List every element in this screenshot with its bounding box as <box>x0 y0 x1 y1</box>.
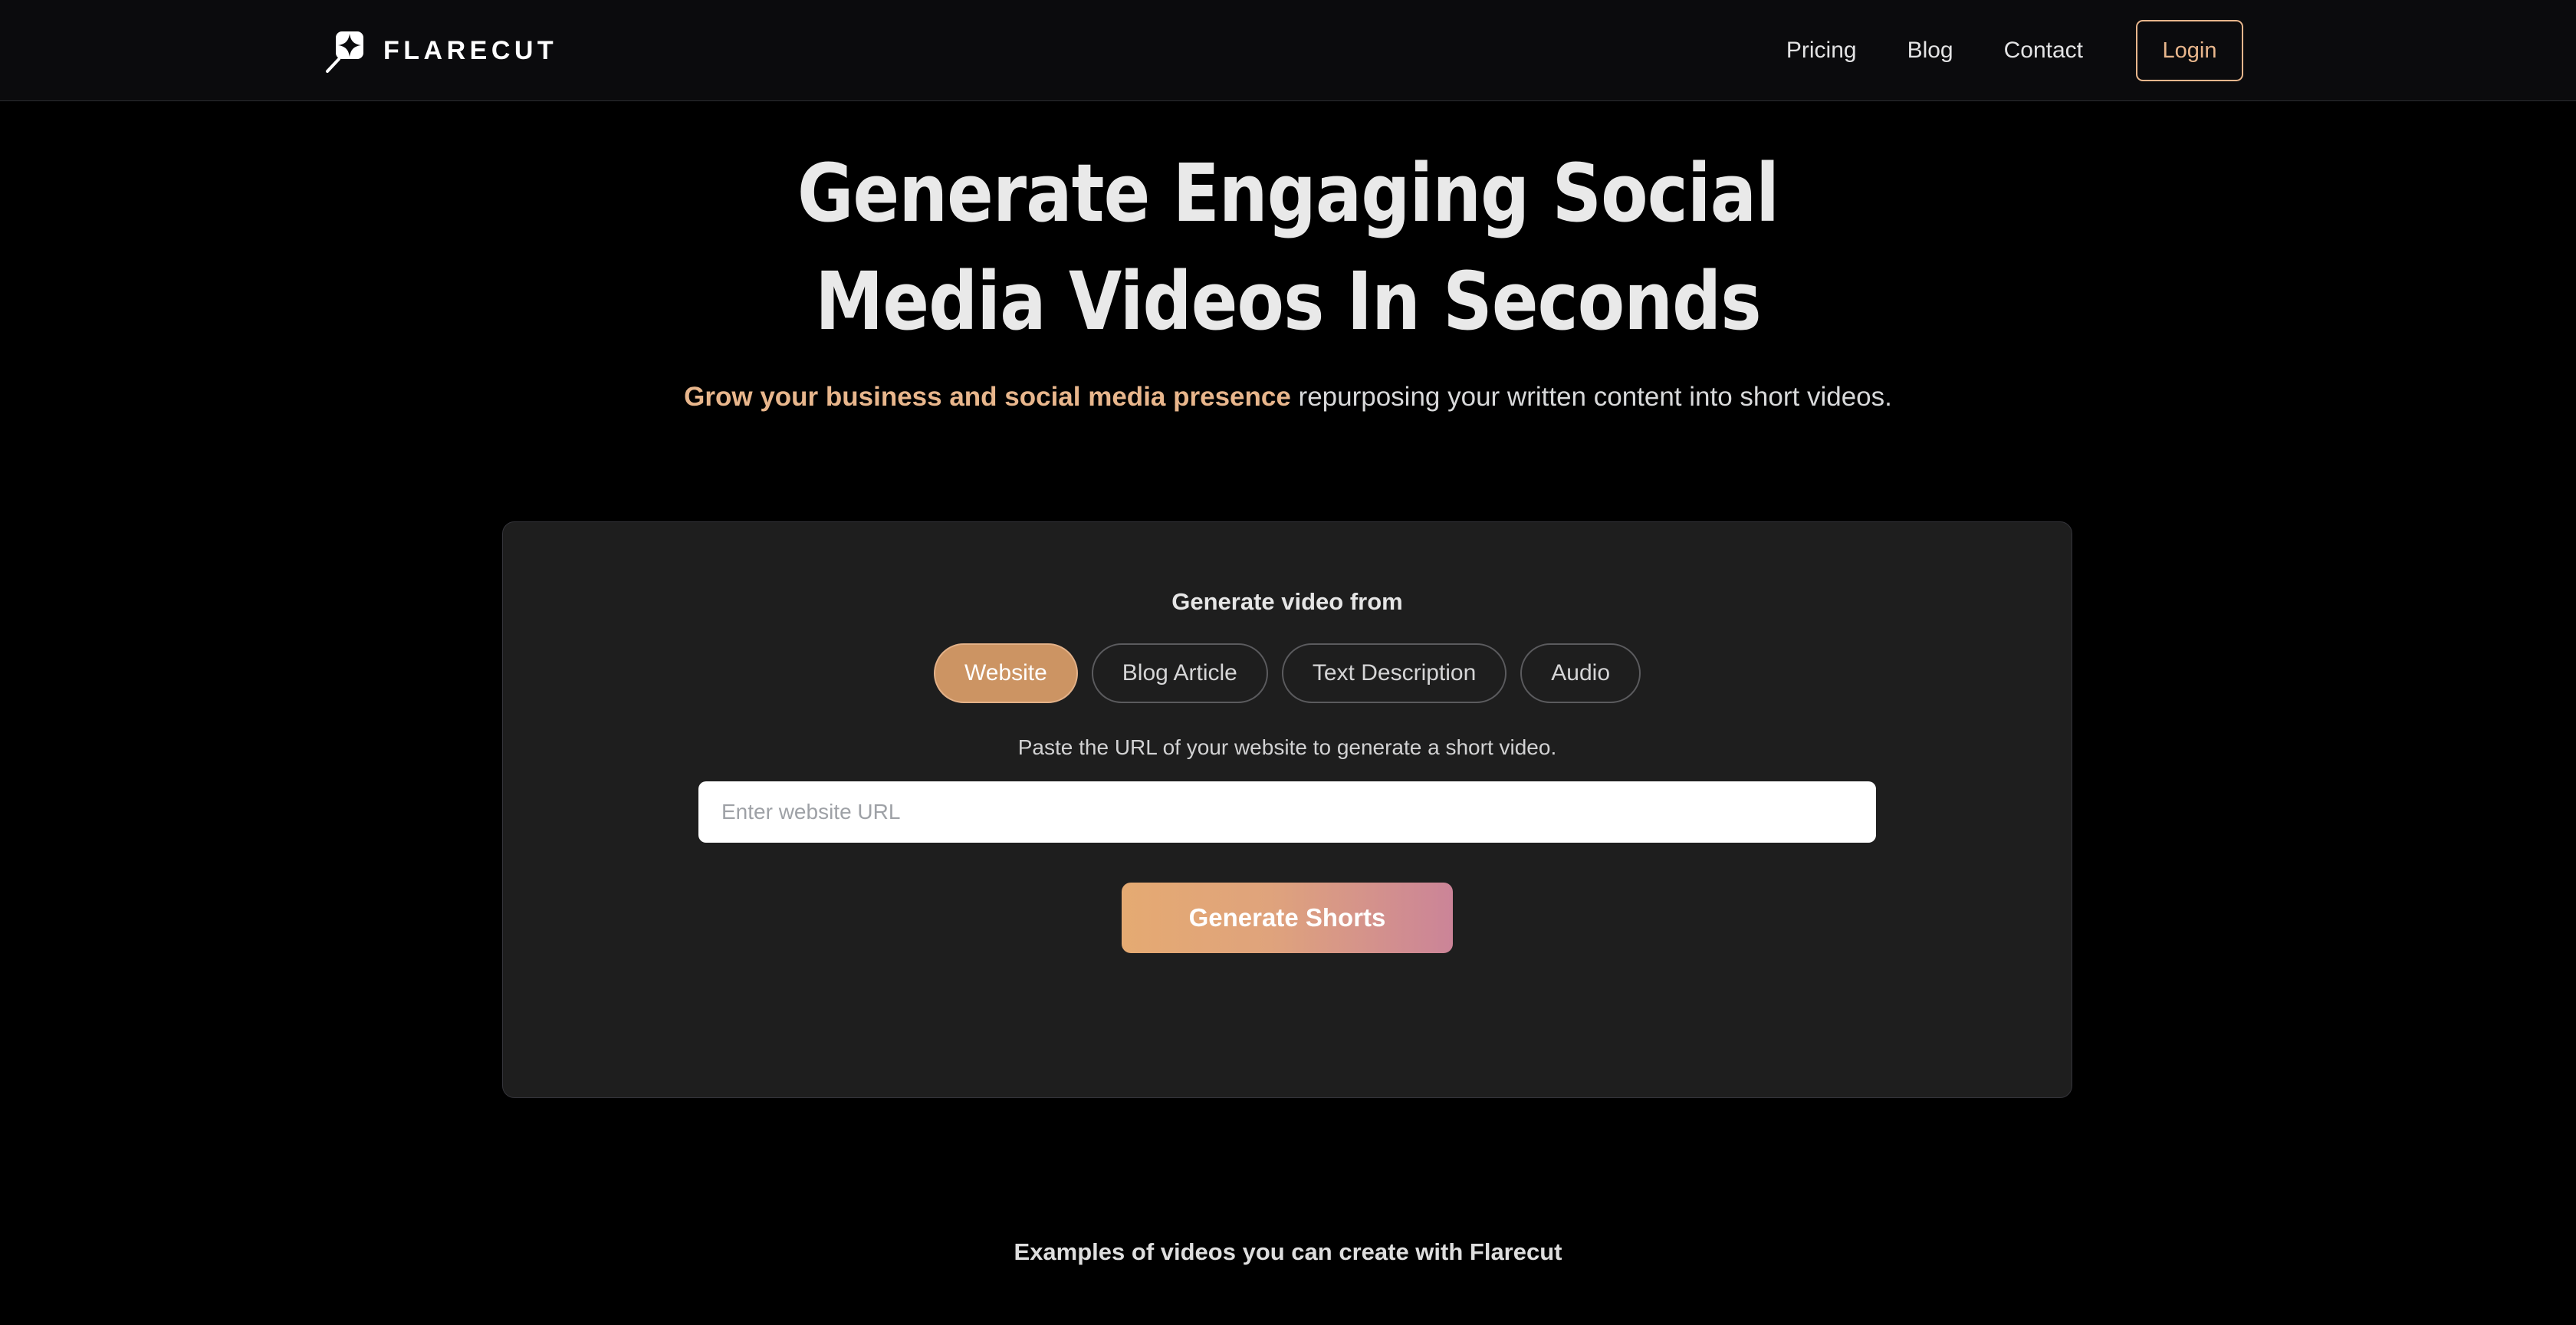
brand-name: FLARECUT <box>383 35 558 65</box>
generate-shorts-button[interactable]: Generate Shorts <box>1122 883 1453 953</box>
hero-subtitle-rest: repurposing your written content into sh… <box>1290 381 1892 412</box>
flare-logo-icon <box>324 28 366 74</box>
source-type-tabs: Website Blog Article Text Description Au… <box>503 643 2072 703</box>
website-url-input[interactable] <box>698 781 1876 843</box>
generator-card-title: Generate video from <box>1171 588 1403 615</box>
tab-audio[interactable]: Audio <box>1520 643 1641 703</box>
main-navigation: Pricing Blog Contact Login <box>1761 0 2243 101</box>
tab-blog-article[interactable]: Blog Article <box>1091 643 1268 703</box>
nav-link-pricing[interactable]: Pricing <box>1761 0 1882 101</box>
cta-row: Generate Shorts <box>503 883 2072 953</box>
tab-website[interactable]: Website <box>933 643 1078 703</box>
hero-subtitle-accent: Grow your business and social media pres… <box>684 381 1291 412</box>
examples-section-title: Examples of videos you can create with F… <box>1014 1238 1562 1265</box>
tab-text-description[interactable]: Text Description <box>1281 643 1507 703</box>
brand-logo-link[interactable]: FLARECUT <box>324 0 557 101</box>
hero-subtitle: Grow your business and social media pres… <box>0 380 2576 415</box>
url-input-row <box>503 781 2072 843</box>
page-title: Generate Engaging Social Media Videos In… <box>180 140 2396 357</box>
nav-link-blog[interactable]: Blog <box>1882 0 1979 101</box>
headline-line-1: Generate Engaging Social <box>797 146 1779 240</box>
hero-section: Generate Engaging Social Media Videos In… <box>0 101 2576 414</box>
generator-card: Generate video from Website Blog Article… <box>502 521 2072 1098</box>
site-header: FLARECUT Pricing Blog Contact Login <box>0 0 2576 101</box>
headline-line-2: Media Videos In Seconds <box>815 255 1761 349</box>
generator-hint-text: Paste the URL of your website to generat… <box>1017 735 1557 759</box>
login-button[interactable]: Login <box>2136 20 2243 81</box>
nav-link-contact[interactable]: Contact <box>1979 0 2108 101</box>
